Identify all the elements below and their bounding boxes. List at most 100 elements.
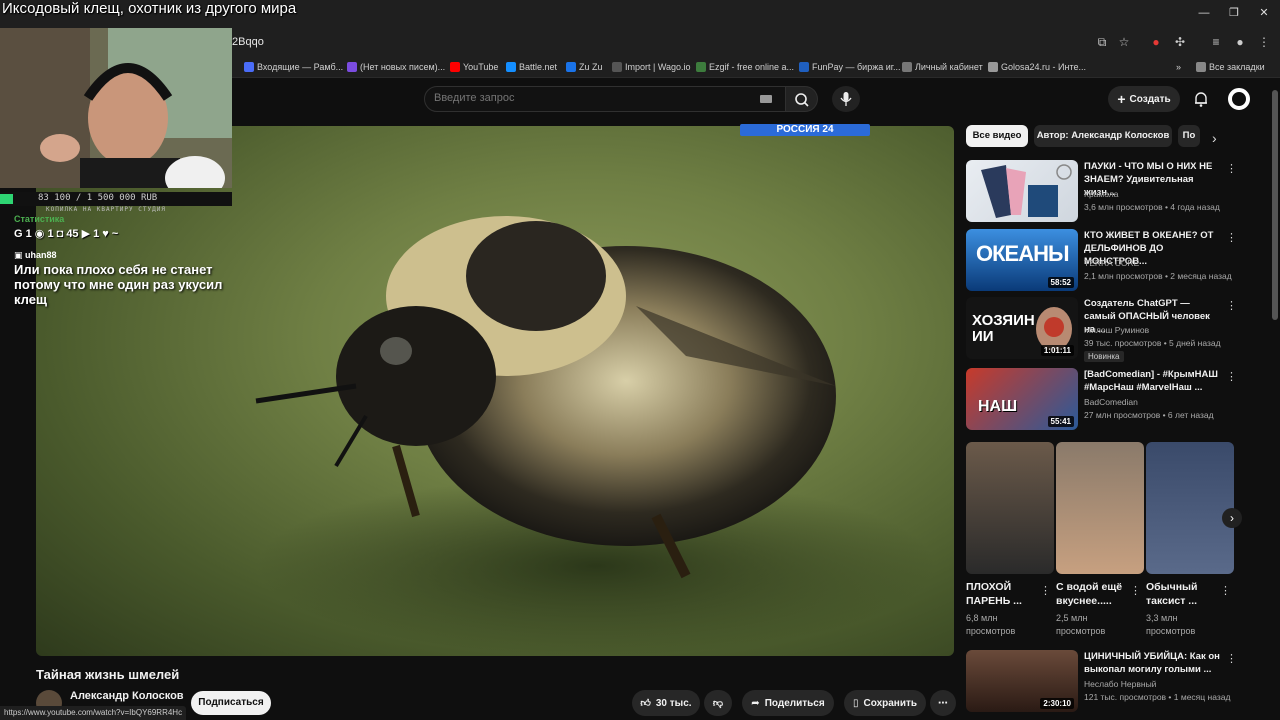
more-dots-icon[interactable]: ⋮	[1130, 584, 1141, 597]
bookmark-item[interactable]: Import | Wago.io	[612, 60, 691, 74]
rec-channel[interactable]: Крамола	[1084, 189, 1118, 199]
short-thumbnail[interactable]	[1056, 442, 1144, 574]
dislike-button[interactable]: 👎︎	[704, 690, 732, 716]
rec-thumbnail[interactable]	[966, 160, 1078, 222]
search-input[interactable]	[434, 92, 734, 104]
more-actions-button[interactable]: ⋯	[930, 690, 956, 716]
subscribe-button[interactable]: Подписаться	[191, 691, 271, 715]
stream-title: Иксодовый клещ, охотник из другого мира	[2, 0, 297, 17]
bookmark-item[interactable]: (Нет новых писем)...	[347, 60, 445, 74]
mic-icon	[840, 92, 852, 106]
battlenet-icon	[506, 62, 516, 72]
rec-thumbnail[interactable]: ХОЗЯИН ИИ 1:01:11	[966, 297, 1078, 359]
all-bookmarks[interactable]: Все закладки	[1196, 60, 1265, 74]
url-text[interactable]: 2Bqqo	[232, 36, 264, 48]
more-dots-icon[interactable]: ⋮	[1226, 299, 1237, 312]
maximize-button[interactable]: ❐	[1224, 4, 1244, 22]
chevron-right-icon[interactable]: ›	[1212, 130, 1217, 146]
status-url: https://www.youtube.com/watch?v=IbQY69RR…	[0, 706, 187, 720]
share-button[interactable]: ➦ Поделиться	[742, 690, 834, 716]
like-button[interactable]: 👍︎ 30 тыс.	[632, 690, 700, 716]
install-icon[interactable]: ⧉	[1094, 34, 1110, 50]
search-button[interactable]	[786, 86, 818, 112]
rec-thumbnail[interactable]: ОКЕАНЫ 58:52	[966, 229, 1078, 291]
chip-author[interactable]: Автор: Александр Колосков	[1034, 125, 1172, 147]
save-button[interactable]: ▯ Сохранить	[844, 690, 926, 716]
video-title: Тайная жизнь шмелей	[36, 667, 180, 682]
bookmark-item[interactable]: Ezgif - free online a...	[696, 60, 794, 74]
funpay-icon	[799, 62, 809, 72]
profile-icon[interactable]: ●	[1232, 34, 1248, 50]
donation-caption: КОПИЛКА НА КВАРТИРУ СТУДИЯ	[46, 206, 166, 213]
media-icon[interactable]: ≡	[1208, 34, 1224, 50]
rec-thumbnail[interactable]: 2:30:10	[966, 650, 1078, 712]
bookmark-item[interactable]: Входящие — Рамб...	[244, 60, 343, 74]
thumbs-up-icon: 👍︎	[640, 698, 651, 709]
create-button[interactable]: + Создать	[1108, 86, 1180, 112]
chevron-right-icon[interactable]: »	[1176, 60, 1181, 74]
short-thumbnail[interactable]	[1146, 442, 1234, 574]
rec-channel[interactable]: BadComedian	[1084, 397, 1138, 407]
rec-duration: 1:01:11	[1040, 345, 1074, 356]
donation-goal-bar: 83 100 / 1 500 000 RUB	[0, 192, 232, 206]
ezgif-icon	[696, 62, 706, 72]
search-icon	[795, 93, 809, 107]
twitch-icon: ▣	[14, 250, 26, 260]
bookmark-item[interactable]: Личный кабинет	[902, 60, 983, 74]
bookmark-item[interactable]: FunPay — биржа иг...	[799, 60, 900, 74]
short-title[interactable]: ПЛОХОЙ ПАРЕНЬ ...	[966, 580, 1040, 608]
rec-channel[interactable]: Милош Руминов	[1084, 325, 1149, 335]
short-views: 2,5 млн просмотров	[1056, 613, 1106, 636]
short-views: 6,8 млн просмотров	[966, 613, 1016, 636]
more-dots-icon[interactable]: ⋮	[1226, 162, 1237, 175]
streamer-webcam	[0, 28, 232, 188]
rec-duration: 2:30:10	[1040, 698, 1074, 709]
rec-duration: 58:52	[1047, 277, 1074, 288]
channel-watermark: РОССИЯ 24	[740, 124, 870, 136]
chat-message: Или пока плохо себя не станет потому что…	[14, 262, 223, 307]
keyboard-icon[interactable]	[760, 95, 772, 103]
mail-icon	[244, 62, 254, 72]
minimize-button[interactable]: —	[1194, 4, 1214, 22]
account-avatar[interactable]	[1228, 88, 1250, 110]
spider-thumb	[981, 164, 1072, 218]
short-title[interactable]: Обычный таксист ...	[1146, 580, 1220, 608]
bookmark-item[interactable]: Golosa24.ru - Инте...	[988, 60, 1086, 74]
puzzle-icon[interactable]: ✣	[1172, 34, 1188, 50]
more-dots-icon: ⋯	[938, 697, 948, 709]
stats-title: Статистика	[14, 214, 65, 224]
close-window-button[interactable]: ✕	[1254, 4, 1274, 22]
short-thumbnail[interactable]	[966, 442, 1054, 574]
bookmark-item[interactable]: YouTube	[450, 60, 498, 74]
more-dots-icon[interactable]: ⋮	[1226, 652, 1237, 665]
page-icon	[902, 62, 912, 72]
chip-more[interactable]: По	[1178, 125, 1200, 147]
chevron-right-icon[interactable]: ›	[1222, 508, 1242, 528]
youtube-icon	[450, 62, 460, 72]
rec-title[interactable]: ЦИНИЧНЫЙ УБИЙЦА: Как он выкопал могилу г…	[1084, 650, 1222, 676]
rec-channel[interactable]: Неслабо Нервный	[1084, 679, 1156, 689]
bookmark-item[interactable]: Zu Zu	[566, 60, 603, 74]
more-dots-icon[interactable]: ⋮	[1226, 231, 1237, 244]
share-icon: ➦	[751, 697, 760, 709]
more-dots-icon[interactable]: ⋮	[1226, 370, 1237, 383]
scrollbar[interactable]	[1272, 90, 1278, 320]
rec-thumbnail[interactable]: НАШ 55:41	[966, 368, 1078, 430]
voice-search-button[interactable]	[832, 86, 860, 112]
extension-icon[interactable]: ●	[1148, 34, 1164, 50]
bookmark-item[interactable]: Battle.net	[506, 60, 557, 74]
notifications-icon[interactable]	[1192, 90, 1210, 108]
menu-dots-icon[interactable]: ⋮	[1256, 34, 1272, 50]
chip-all-videos[interactable]: Все видео	[966, 125, 1028, 147]
rec-title[interactable]: [BadComedian] - #КрымНАШ #МарсНаш #Marve…	[1084, 368, 1222, 394]
more-dots-icon[interactable]: ⋮	[1220, 584, 1231, 597]
webcam-overlay	[0, 28, 232, 188]
new-badge: Новинка	[1084, 351, 1124, 362]
star-icon[interactable]: ☆	[1116, 34, 1132, 50]
more-dots-icon[interactable]: ⋮	[1040, 584, 1051, 597]
rec-meta: 2,1 млн просмотров • 2 месяца назад	[1084, 271, 1232, 281]
rec-channel[interactable]: TERRA CORE	[1084, 258, 1139, 268]
channel-name[interactable]: Александр Колосков	[70, 690, 184, 702]
short-title[interactable]: С водой ещё вкуснее.....	[1056, 580, 1130, 608]
rec-meta: 121 тыс. просмотров • 1 месяц назад	[1084, 692, 1231, 702]
